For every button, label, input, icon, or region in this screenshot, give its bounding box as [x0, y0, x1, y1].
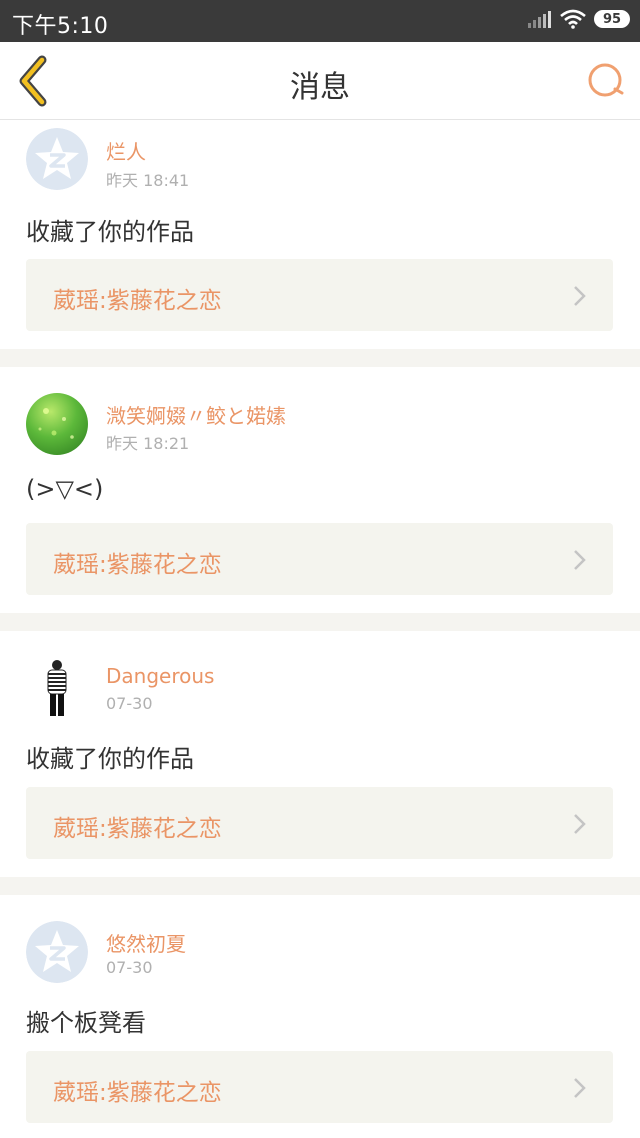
search-icon	[588, 63, 624, 97]
message-time: 昨天 18:21	[106, 434, 190, 453]
message-text: 收藏了你的作品	[26, 745, 194, 773]
person-avatar-icon	[47, 660, 67, 716]
avatar[interactable]	[26, 921, 88, 983]
avatar[interactable]	[26, 393, 88, 455]
chevron-right-icon	[574, 550, 586, 570]
work-title: 葳瑶:紫藤花之恋	[53, 816, 222, 842]
message-card: 悠然初夏 07-30 搬个板凳看 葳瑶:紫藤花之恋	[0, 895, 640, 1138]
battery-level: 95	[602, 11, 622, 27]
work-link[interactable]: 葳瑶:紫藤花之恋	[26, 523, 613, 595]
message-card: 溦笑婀娺〃鲛と婼嫊 昨天 18:21 (>▽<) 葳瑶:紫藤花之恋	[0, 367, 640, 613]
work-link[interactable]: 葳瑶:紫藤花之恋	[26, 787, 613, 859]
message-time: 07-30	[106, 694, 153, 713]
battery-icon: 95	[594, 10, 630, 28]
message-text: (>▽<)	[26, 475, 104, 503]
chevron-right-icon	[574, 286, 586, 306]
work-link[interactable]: 葳瑶:紫藤花之恋	[26, 1051, 613, 1123]
status-time: 下午5:10	[12, 14, 109, 39]
signal-icon	[528, 11, 551, 28]
user-name[interactable]: 烂人	[106, 136, 146, 165]
chevron-right-icon	[574, 1078, 586, 1098]
user-name[interactable]: Dangerous	[106, 664, 214, 688]
message-card: Dangerous 07-30 收藏了你的作品 葳瑶:紫藤花之恋	[0, 631, 640, 877]
chevron-right-icon	[574, 814, 586, 834]
work-title: 葳瑶:紫藤花之恋	[53, 1080, 222, 1106]
default-avatar-icon	[26, 128, 88, 190]
work-title: 葳瑶:紫藤花之恋	[53, 288, 222, 314]
message-card: 烂人 昨天 18:41 收藏了你的作品 葳瑶:紫藤花之恋	[0, 120, 640, 349]
work-title: 葳瑶:紫藤花之恋	[53, 552, 222, 578]
wifi-icon	[560, 9, 586, 29]
message-text: 搬个板凳看	[26, 1009, 146, 1037]
avatar[interactable]	[26, 128, 88, 190]
work-link[interactable]: 葳瑶:紫藤花之恋	[26, 259, 613, 331]
status-icons: 95	[528, 9, 630, 29]
status-bar: 下午5:10 95	[0, 0, 640, 42]
avatar[interactable]	[26, 657, 88, 719]
message-text: 收藏了你的作品	[26, 218, 194, 246]
user-name[interactable]: 悠然初夏	[106, 928, 186, 957]
search-button[interactable]	[584, 58, 630, 104]
page-title: 消息	[290, 70, 350, 105]
message-time: 昨天 18:41	[106, 171, 190, 190]
user-name[interactable]: 溦笑婀娺〃鲛と婼嫊	[106, 400, 286, 429]
header-bar: 消息	[0, 42, 640, 120]
default-avatar-icon	[26, 921, 88, 983]
message-time: 07-30	[106, 958, 153, 977]
green-bokeh-avatar-icon	[38, 408, 74, 439]
